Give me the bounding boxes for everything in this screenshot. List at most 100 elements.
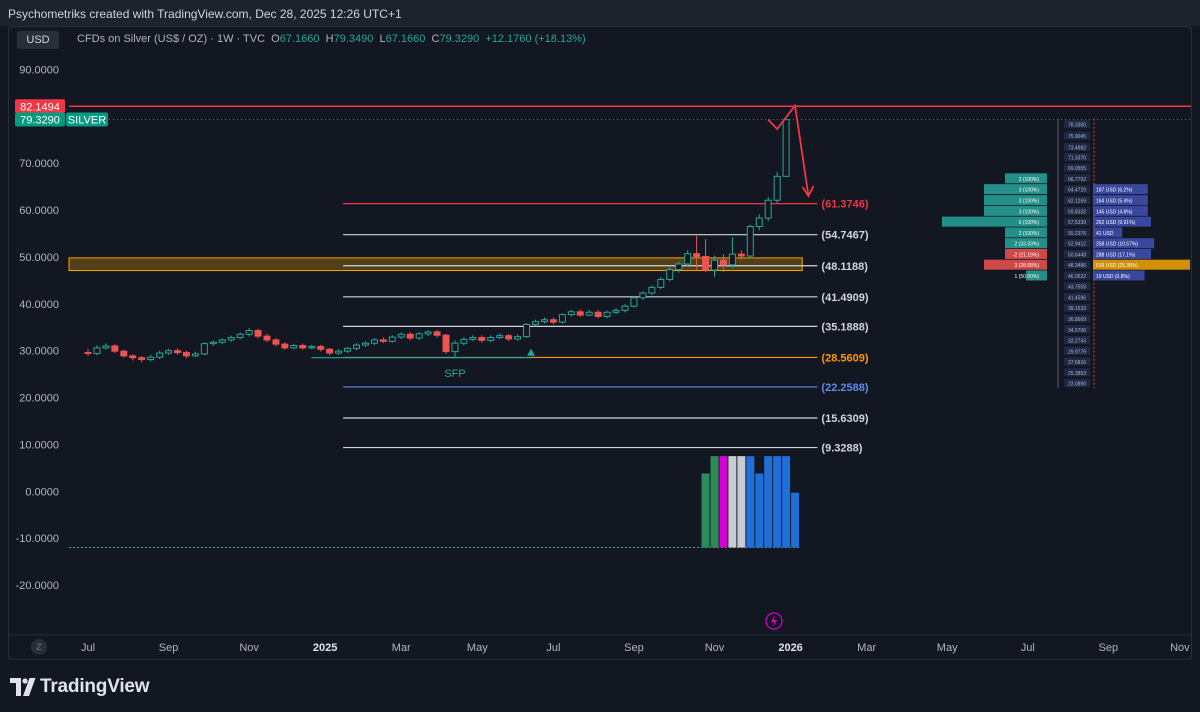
candle <box>335 349 343 355</box>
candle-body <box>433 331 441 336</box>
candle-body <box>451 342 459 353</box>
candle-body <box>191 353 199 357</box>
candle <box>299 343 307 350</box>
demand-zone <box>68 257 803 272</box>
candle <box>344 346 352 354</box>
candle-body <box>630 297 638 307</box>
profile-ladder-label: 50.6449 <box>1068 252 1086 258</box>
candle-body <box>594 311 602 317</box>
profile-ladder-label: 73.4882 <box>1068 145 1086 151</box>
y-tick-label: 70.0000 <box>19 158 59 170</box>
y-tick-label: 10.0000 <box>19 439 59 451</box>
x-tick-label: Jul <box>81 642 95 654</box>
profile-bar-label: -2 (21.19%) <box>1013 252 1039 258</box>
profile-bar-label: 3 (28.68%) <box>1015 263 1040 269</box>
candle <box>612 308 620 315</box>
profile-value-label: 41 USD <box>1096 231 1114 237</box>
legend-title: CFDs on Silver (US$ / OZ) · 1W · TVC <box>77 33 266 45</box>
price-chart[interactable]: 90.000080.000070.000060.000050.000040.00… <box>9 27 1192 660</box>
candle <box>388 335 396 343</box>
candle <box>165 348 173 355</box>
profile-value-label: 145 USD (4.8%) <box>1096 209 1133 215</box>
x-tick-label: May <box>937 642 958 654</box>
candle <box>558 313 566 324</box>
fib-level-label: (22.2588) <box>821 382 868 394</box>
y-tick-label: 90.0000 <box>19 65 59 77</box>
candle-body <box>182 352 190 357</box>
candle-body <box>711 259 718 271</box>
candle-body <box>487 337 495 341</box>
candle <box>532 319 539 327</box>
footer: TradingView <box>0 662 1200 712</box>
currency-button[interactable]: USD <box>17 31 59 49</box>
candle-body <box>120 350 128 357</box>
profile-ladder-label: 66.7792 <box>1068 177 1086 183</box>
candle <box>147 354 155 362</box>
candle <box>496 333 504 340</box>
candle <box>120 349 128 358</box>
top-bar: Psychometriks created with TradingView.c… <box>0 0 1200 26</box>
candle-body <box>93 347 101 354</box>
y-tick-label: 50.0000 <box>19 252 59 264</box>
volume-bar <box>782 456 791 548</box>
candle <box>263 333 271 343</box>
candle-body <box>684 253 692 265</box>
fib-level-label: (15.6309) <box>821 413 868 425</box>
fib-level-label: (28.5609) <box>821 352 868 364</box>
profile-ladder-label: 46.0522 <box>1068 274 1086 280</box>
x-tick-label: Nov <box>1170 642 1190 654</box>
candle <box>227 335 235 342</box>
fib-level-label: (54.7467) <box>821 230 868 242</box>
candle-body <box>460 338 468 344</box>
candle <box>666 267 674 282</box>
y-tick-label: -20.0000 <box>16 580 59 592</box>
candle-body <box>442 334 450 353</box>
legend-low: 67.1660 <box>385 33 426 45</box>
fib-level-label: (61.3746) <box>821 199 868 211</box>
x-tick-label: Sep <box>159 642 179 654</box>
profile-ladder-label: 78.3300 <box>1068 123 1086 129</box>
profile-ladder-label: 55.2376 <box>1068 231 1086 237</box>
candle-body <box>290 345 298 349</box>
y-tick-label: -10.0000 <box>16 533 59 545</box>
y-tick-label: 0.0000 <box>25 486 59 498</box>
candle-body <box>200 343 208 355</box>
profile-value-label: 19 USD (0.8%) <box>1096 274 1130 280</box>
candle <box>773 172 781 204</box>
profile-bar-label: 2 (100%) <box>1019 177 1040 183</box>
profile-bar-label: 2 (100%) <box>1019 231 1040 237</box>
candle-body <box>702 255 710 271</box>
candle-body <box>335 350 343 354</box>
candle <box>549 317 557 325</box>
candle <box>478 335 486 343</box>
candle-body <box>218 339 226 343</box>
candle <box>361 341 369 347</box>
symbol-tag-text: SILVER <box>68 115 106 127</box>
fib-level-label: (48.1188) <box>821 261 868 273</box>
profile-bar-label: 3 (100%) <box>1019 199 1040 205</box>
candle <box>245 328 253 337</box>
candle-body <box>388 336 396 342</box>
candle <box>290 343 298 350</box>
profile-ladder-label: 52.9412 <box>1068 242 1086 248</box>
candle-body <box>147 356 155 361</box>
candle <box>174 348 181 355</box>
candle <box>236 332 244 340</box>
chart-panel[interactable]: 90.000080.000070.000060.000050.000040.00… <box>8 26 1192 660</box>
candle-body <box>353 344 360 349</box>
candle <box>702 239 710 272</box>
profile-ladder-label: 75.9045 <box>1068 134 1086 140</box>
candle-body <box>657 278 665 288</box>
candle-body <box>379 339 387 342</box>
candle-body <box>227 337 235 341</box>
candle-body <box>585 311 593 316</box>
profile-ladder-label: 25.3853 <box>1068 371 1086 377</box>
candle-body <box>505 335 513 340</box>
sfp-annotation: SFP <box>444 368 465 380</box>
profile-bar-label: 2 (33.33%) <box>1015 242 1040 248</box>
candle-body <box>165 350 173 354</box>
candle <box>684 250 692 267</box>
tradingview-logo[interactable]: TradingView <box>10 675 150 699</box>
zoom-reset-button[interactable]: Z <box>31 639 47 655</box>
x-tick-label: Sep <box>624 642 644 654</box>
